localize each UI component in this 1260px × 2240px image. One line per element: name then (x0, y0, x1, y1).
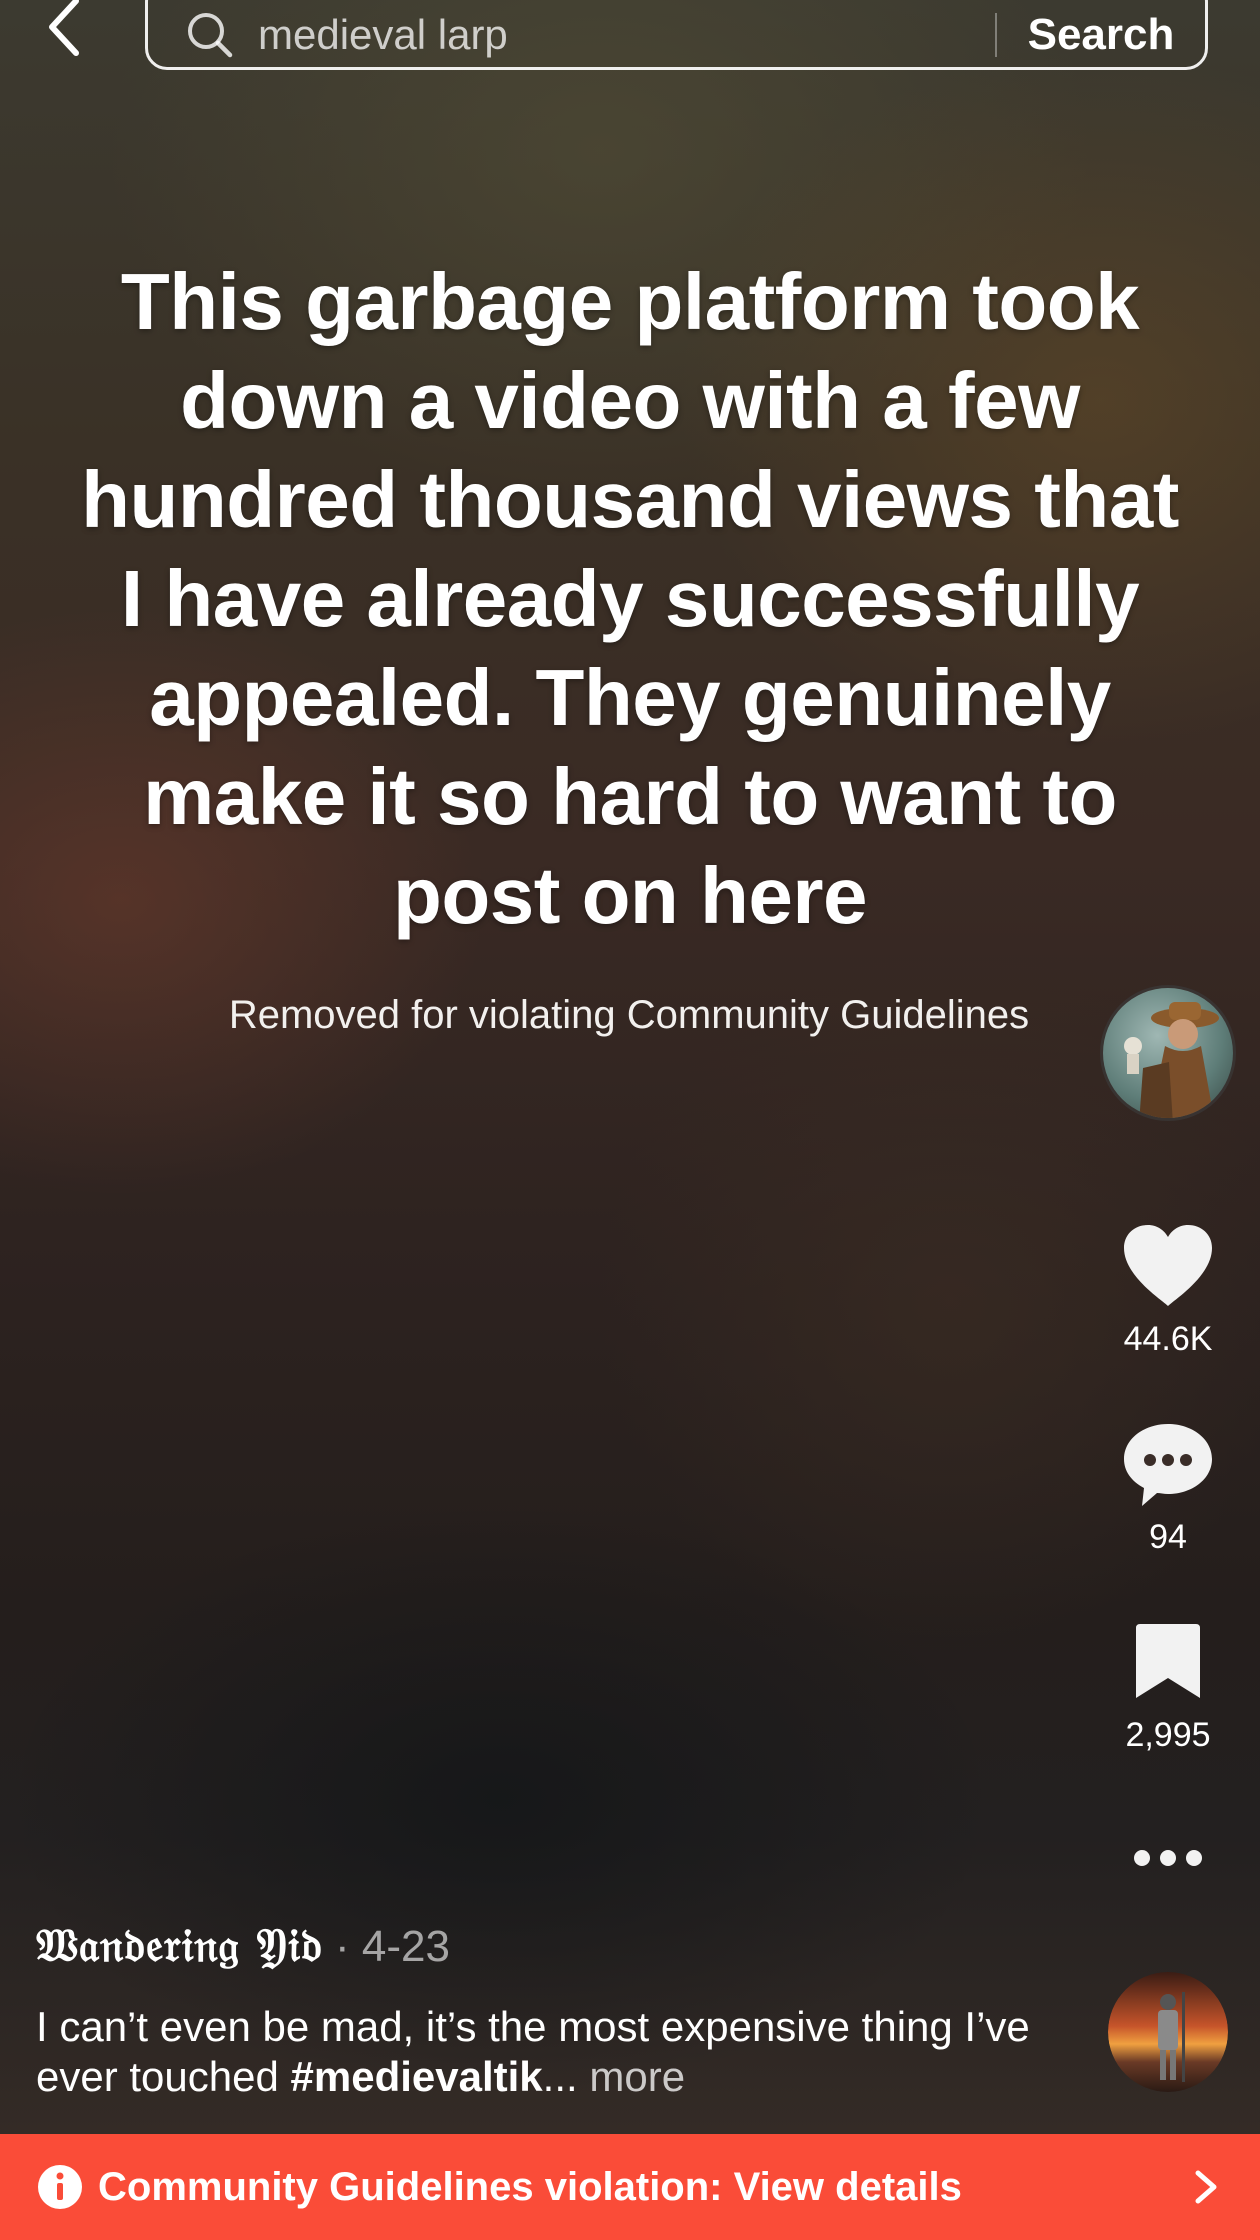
search-input[interactable]: medieval larp (258, 11, 995, 59)
back-button[interactable] (30, 0, 100, 62)
ellipsis-icon (1134, 1850, 1202, 1866)
like-count: 44.6K (1123, 1320, 1213, 1358)
author-name[interactable]: 𝔚𝔞𝔫𝔡𝔢𝔯𝔦𝔫𝔤 𝔜𝔦𝔡 (36, 1918, 323, 1972)
chevron-left-icon (49, 0, 79, 56)
video-caption-overlay: This garbage platform took down a video … (81, 257, 1179, 940)
chevron-right-icon (1195, 2170, 1217, 2204)
hashtag-link[interactable]: #medievaltik (291, 2053, 543, 2100)
speech-bubble-icon (1124, 1424, 1212, 1506)
info-icon (38, 2165, 82, 2209)
heart-icon (1124, 1225, 1212, 1306)
comment-button[interactable] (1118, 1422, 1218, 1508)
like-button[interactable] (1118, 1224, 1218, 1308)
search-bar[interactable]: medieval larp Search (145, 0, 1208, 70)
more-options-button[interactable] (1118, 1846, 1218, 1870)
description-ellipsis: ... (542, 2053, 578, 2100)
sound-disc[interactable] (1108, 1972, 1228, 2092)
post-author-line[interactable]: 𝔚𝔞𝔫𝔡𝔢𝔯𝔦𝔫𝔤 𝔜𝔦𝔡 · 4-23 (36, 1918, 450, 1974)
bookmark-icon (1136, 1624, 1200, 1698)
search-icon (188, 13, 233, 58)
banner-text: Community Guidelines violation: View det… (98, 2164, 962, 2209)
avatar-image (1103, 988, 1233, 1118)
date-separator: · (322, 1922, 362, 1971)
save-count: 2,995 (1125, 1716, 1211, 1754)
sound-thumbnail-image (1108, 1972, 1228, 2092)
save-button[interactable] (1118, 1622, 1218, 1700)
search-button[interactable]: Search (997, 10, 1205, 60)
creator-avatar[interactable] (1100, 985, 1236, 1121)
post-description[interactable]: I can’t even be mad, it’s the most expen… (36, 2002, 1066, 2102)
post-date: 4-23 (361, 1922, 450, 1971)
more-link[interactable]: more (578, 2053, 685, 2100)
removal-notice: Removed for violating Community Guidelin… (228, 993, 1030, 1037)
guidelines-violation-banner[interactable]: Community Guidelines violation: View det… (0, 2134, 1260, 2240)
comment-count: 94 (1149, 1518, 1187, 1556)
